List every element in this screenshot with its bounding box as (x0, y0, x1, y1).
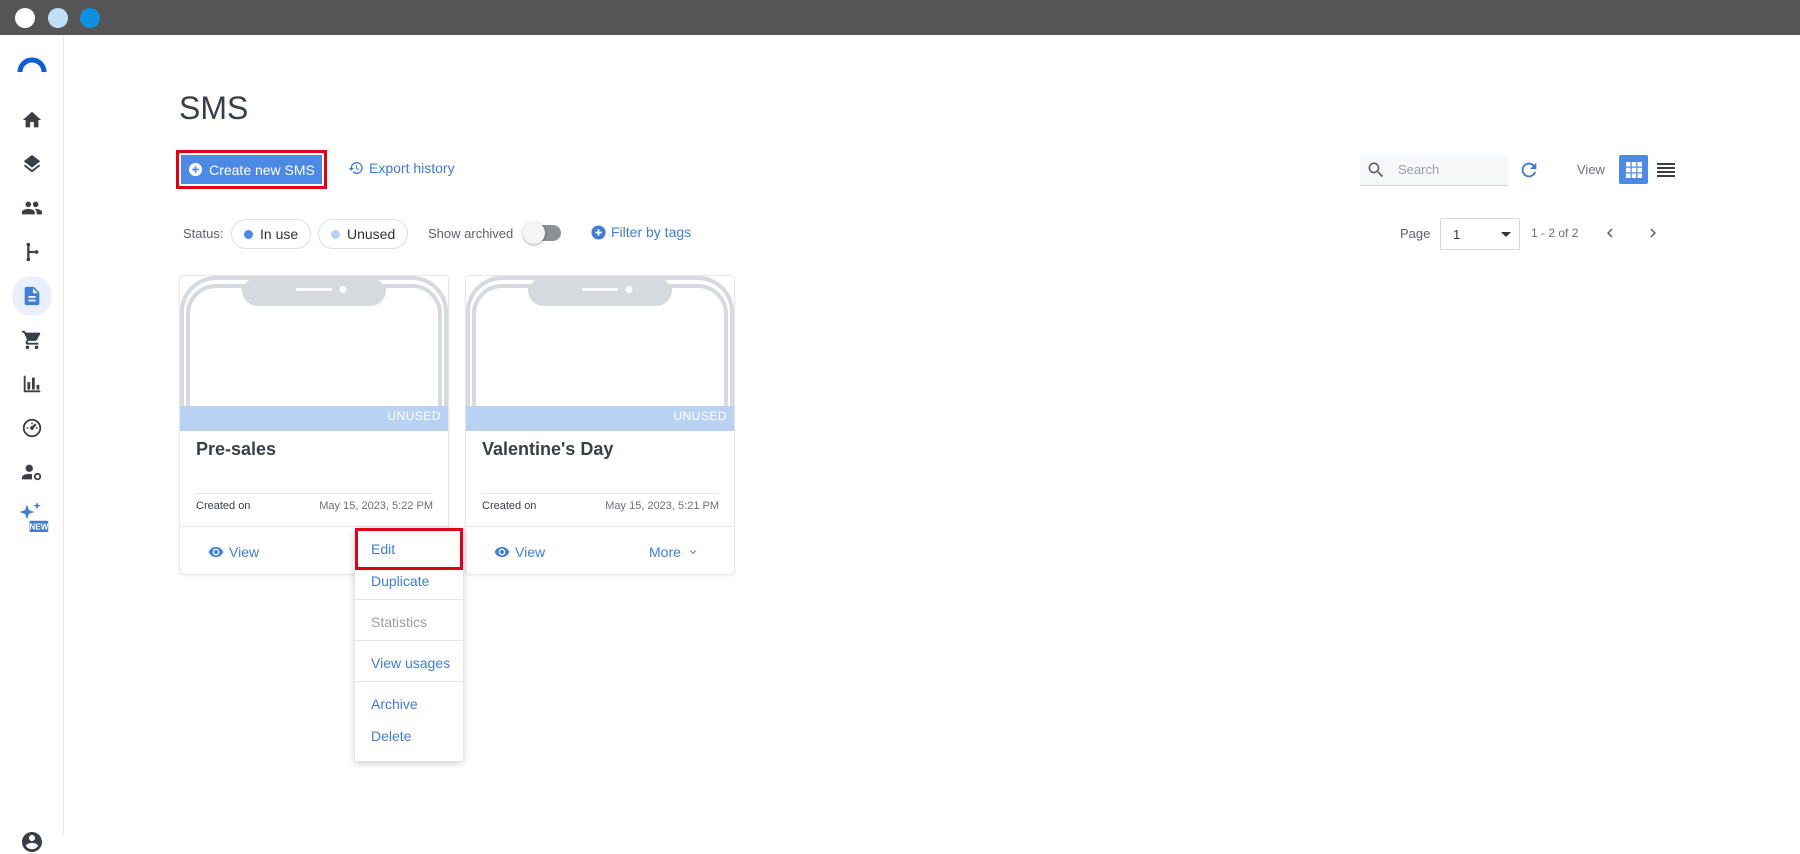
toggle-knob (523, 222, 545, 244)
ai-new-icon: NEW (19, 502, 49, 532)
sidebar-item-user-settings[interactable] (12, 452, 52, 492)
sidebar-item-reports[interactable] (12, 364, 52, 404)
search-input[interactable] (1398, 162, 1498, 177)
search-box (1360, 154, 1508, 186)
menu-item-delete[interactable]: Delete (371, 728, 411, 744)
menu-item-duplicate[interactable]: Duplicate (371, 573, 429, 589)
list-icon (1657, 162, 1675, 177)
refresh-icon[interactable] (1518, 159, 1540, 181)
divider (180, 526, 448, 527)
automation-icon (26, 242, 39, 262)
sidebar-item-cart[interactable] (12, 320, 52, 360)
export-history-link[interactable]: Export history (348, 160, 455, 176)
card-title: Pre-sales (196, 439, 277, 459)
menu-divider (355, 681, 463, 682)
created-on-label: Created on (482, 500, 537, 512)
chevron-down-icon (689, 550, 696, 554)
export-history-label: Export history (369, 160, 455, 176)
view-label: View (1577, 162, 1605, 177)
unused-label: Unused (347, 226, 396, 242)
create-sms-button[interactable]: Create new SMS (181, 155, 322, 184)
list-view-button[interactable] (1653, 155, 1679, 184)
divider (482, 493, 718, 494)
new-badge: NEW (29, 523, 48, 532)
divider (466, 526, 734, 527)
card-actions-menu: Edit Duplicate Statistics View usages Ar… (355, 528, 463, 761)
add-circle-icon (189, 162, 203, 177)
more-button[interactable]: More (649, 544, 699, 560)
add-circle-icon (591, 224, 606, 240)
filter-by-tags-label: Filter by tags (611, 224, 692, 240)
page-select-value: 1 (1453, 226, 1461, 242)
layers-icon (23, 154, 41, 173)
page-title: SMS (179, 90, 249, 126)
created-on-value: May 15, 2023, 5:22 PM (319, 500, 433, 512)
menu-divider (355, 640, 463, 641)
view-button[interactable]: View (494, 544, 545, 560)
chevron-right-icon[interactable] (1644, 224, 1662, 242)
chevron-left-icon[interactable] (1601, 224, 1619, 242)
filter-by-tags-link[interactable]: Filter by tags (591, 224, 691, 240)
view-label: View (515, 544, 546, 560)
create-sms-button-highlight: Create new SMS (176, 150, 327, 189)
menu-divider (355, 599, 463, 600)
create-sms-label: Create new SMS (209, 161, 315, 178)
status-badge: UNUSED (673, 409, 727, 423)
eye-icon (494, 547, 510, 557)
home-icon (22, 111, 42, 128)
view-label: View (229, 544, 260, 560)
unused-dot (331, 229, 340, 239)
page-label: Page (1400, 226, 1431, 241)
in-use-dot (244, 229, 253, 239)
reports-icon (23, 375, 41, 393)
sidebar-item-dashboard[interactable] (12, 408, 52, 448)
sidebar-item-automation[interactable] (12, 232, 52, 272)
status-badge: UNUSED (387, 409, 441, 423)
window-maximize-button[interactable] (80, 8, 100, 28)
sidebar: NEW (0, 35, 64, 852)
history-icon (348, 162, 363, 174)
caret-down-icon (1501, 232, 1511, 237)
created-on-label: Created on (196, 500, 251, 512)
page-range: 1 - 2 of 2 (1531, 226, 1579, 240)
window-titlebar (0, 0, 1800, 35)
eye-icon (208, 547, 224, 557)
menu-item-view-usages[interactable]: View usages (371, 655, 450, 671)
sidebar-item-contacts[interactable] (12, 188, 52, 228)
card-title: Valentine's Day (482, 439, 614, 459)
page-select[interactable]: 1 (1440, 218, 1520, 250)
window-close-button[interactable] (15, 8, 35, 28)
templates-icon (24, 286, 40, 306)
show-archived-label: Show archived (428, 226, 514, 241)
show-archived-toggle[interactable] (523, 222, 561, 244)
grid-view-button[interactable] (1619, 155, 1648, 184)
search-icon (1368, 162, 1384, 177)
contacts-icon (21, 201, 43, 215)
more-label: More (649, 544, 681, 560)
filter-in-use-pill[interactable]: In use (231, 219, 312, 249)
menu-item-statistics: Statistics (371, 614, 428, 630)
sidebar-item-templates[interactable] (12, 276, 52, 316)
cart-icon (21, 330, 41, 350)
dashboard-icon (22, 418, 42, 438)
status-filter-label: Status: (183, 226, 224, 241)
sidebar-item-home[interactable] (12, 100, 52, 140)
brand-logo[interactable] (17, 55, 47, 73)
in-use-label: In use (260, 226, 299, 242)
filter-unused-pill[interactable]: Unused (318, 219, 409, 249)
sidebar-item-ai-new[interactable]: NEW (12, 497, 52, 537)
sidebar-item-layers[interactable] (12, 144, 52, 184)
account-icon[interactable] (20, 830, 44, 854)
created-on-value: May 15, 2023, 5:21 PM (605, 500, 719, 512)
user-settings-icon (21, 464, 42, 481)
window-minimize-button[interactable] (48, 8, 68, 28)
menu-item-archive[interactable]: Archive (371, 696, 418, 712)
sms-card[interactable]: UNUSED Valentine's Day Created on May 15… (465, 275, 735, 575)
grid-icon (1625, 161, 1642, 178)
divider (196, 493, 432, 494)
view-button[interactable]: View (208, 544, 259, 560)
menu-item-edit[interactable]: Edit (371, 541, 395, 557)
